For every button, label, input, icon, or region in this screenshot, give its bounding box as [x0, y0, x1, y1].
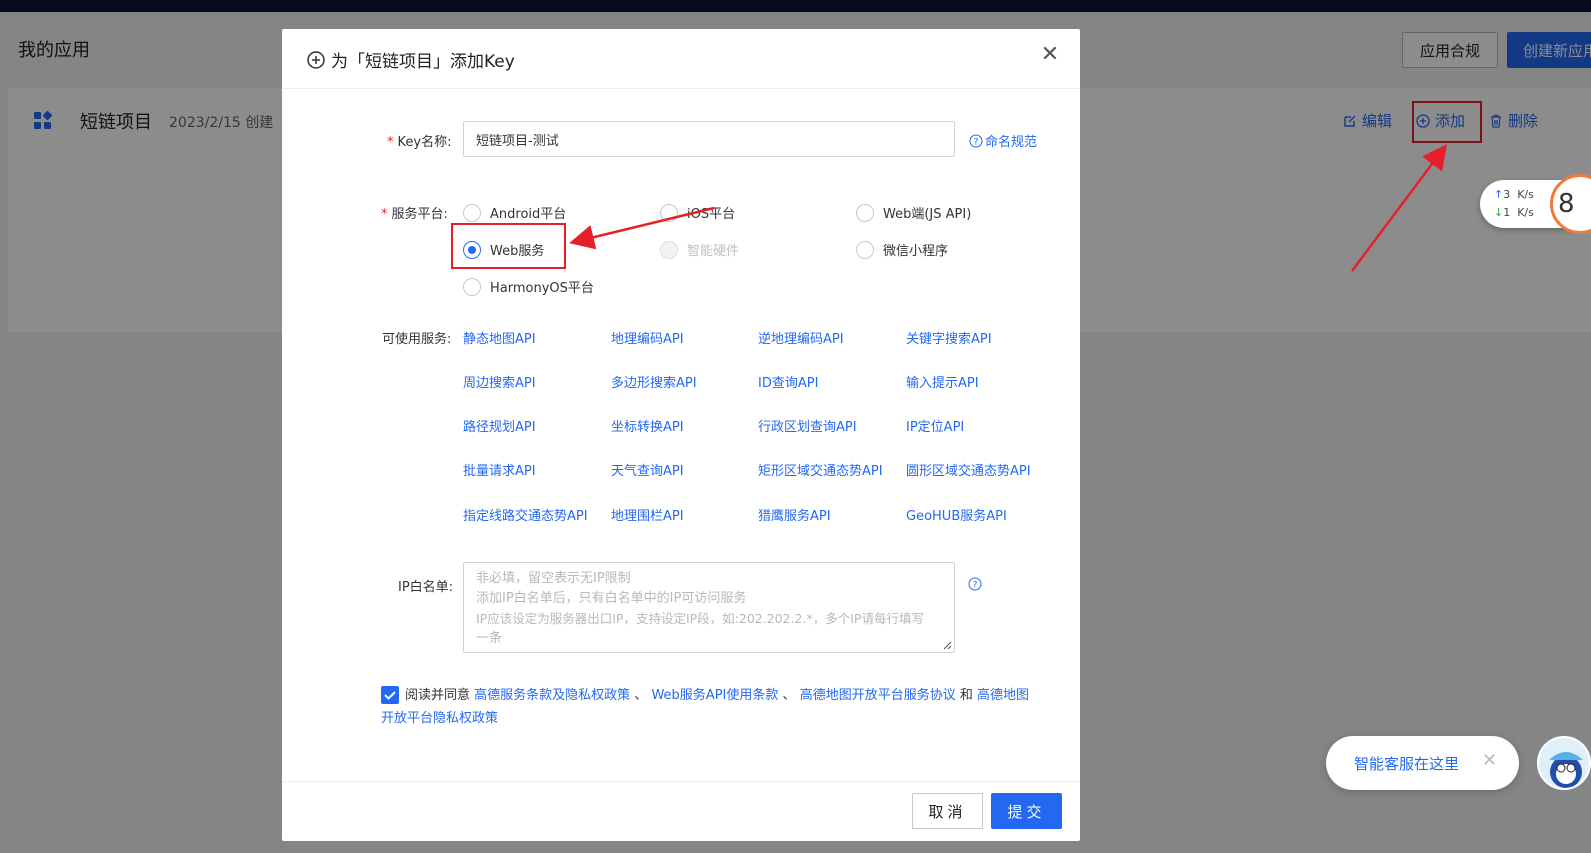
- platform-label: * 服务平台:: [381, 207, 448, 222]
- service-link[interactable]: 坐标转换API: [611, 416, 684, 435]
- key-name-input[interactable]: 短链项目-测试: [463, 121, 955, 157]
- service-link[interactable]: 行政区划查询API: [758, 416, 857, 435]
- service-link[interactable]: 周边搜索API: [463, 372, 536, 391]
- service-link[interactable]: 指定线路交通态势API: [463, 505, 588, 524]
- radio-ios[interactable]: iOS平台: [660, 203, 735, 222]
- service-link[interactable]: ID查询API: [758, 372, 818, 391]
- service-link[interactable]: IP定位API: [906, 416, 964, 435]
- help-icon: ?: [969, 134, 983, 147]
- services-label: 可使用服务:: [382, 332, 452, 347]
- radio-smart-hardware: 智能硬件: [660, 240, 739, 259]
- ip-whitelist-label: IP白名单:: [398, 580, 454, 595]
- service-link[interactable]: 地理围栏API: [611, 505, 684, 524]
- service-link[interactable]: 关键字搜索API: [906, 328, 992, 347]
- service-link[interactable]: 天气查询API: [611, 460, 684, 479]
- radio-web-js[interactable]: Web端(JS API): [856, 203, 971, 222]
- radio-dot: [660, 203, 678, 222]
- svg-text:?: ?: [973, 581, 978, 591]
- radio-harmonyos[interactable]: HarmonyOS平台: [463, 277, 594, 296]
- placeholder-line: 非必填，留空表示无IP限制: [476, 571, 631, 586]
- service-link[interactable]: 路径规划API: [463, 416, 536, 435]
- customer-service-avatar[interactable]: [1537, 736, 1591, 790]
- radio-dot: [856, 240, 874, 259]
- customer-service-text: 智能客服在这里: [1354, 755, 1460, 773]
- service-link[interactable]: 圆形区域交通态势API: [906, 460, 1031, 479]
- service-link[interactable]: 地理编码API: [611, 328, 684, 347]
- speed-badge[interactable]: 8: [1550, 174, 1591, 234]
- terms-privacy-link[interactable]: 高德服务条款及隐私权政策: [474, 688, 630, 703]
- add-key-modal: 为「短链项目」添加Key ✕ * Key名称: 短链项目-测试 ? 命名规范 * 服…: [282, 29, 1080, 841]
- svg-text:?: ?: [974, 137, 979, 147]
- service-link[interactable]: 多边形搜索API: [611, 372, 697, 391]
- agreement-prefix: 阅读并同意: [405, 688, 471, 703]
- modal-title: 为「短链项目」添加Key: [307, 47, 515, 72]
- service-link[interactable]: GeoHUB服务API: [906, 505, 1007, 524]
- service-link[interactable]: 逆地理编码API: [758, 328, 844, 347]
- upload-speed: ↑3 K/s: [1494, 188, 1534, 201]
- network-speed-widget: ↑3 K/s ↓1 K/s 8: [1480, 174, 1591, 234]
- radio-dot: [856, 203, 874, 222]
- resize-handle-icon[interactable]: [942, 640, 952, 650]
- radio-dot: [660, 240, 678, 259]
- close-icon[interactable]: ✕: [1482, 750, 1497, 771]
- close-icon[interactable]: ✕: [1040, 44, 1060, 66]
- service-link[interactable]: 静态地图API: [463, 328, 536, 347]
- service-link[interactable]: 输入提示API: [906, 372, 979, 391]
- customer-service-bubble[interactable]: 智能客服在这里 ✕: [1326, 736, 1519, 790]
- plus-circle-icon: [307, 50, 325, 69]
- arrow-up-icon: ↑: [1494, 188, 1504, 201]
- placeholder-line: IP应该设定为服务器出口IP，支持设定IP段，如:202.202.2.*，多个I…: [476, 611, 924, 626]
- ip-whitelist-textarea[interactable]: 非必填，留空表示无IP限制 添加IP白名单后，只有白名单中的IP可访问服务 IP…: [463, 562, 955, 653]
- agreement-text: 阅读并同意 高德服务条款及隐私权政策 、 Web服务API使用条款 、 高德地图…: [381, 688, 1030, 726]
- help-icon[interactable]: ?: [968, 577, 982, 591]
- radio-android[interactable]: Android平台: [463, 203, 566, 222]
- cancel-button[interactable]: 取消: [912, 793, 983, 829]
- radio-dot: [463, 277, 481, 296]
- submit-button[interactable]: 提交: [991, 793, 1062, 829]
- modal-header: 为「短链项目」添加Key ✕: [282, 29, 1080, 89]
- key-name-label: * Key名称:: [387, 135, 452, 150]
- service-link[interactable]: 矩形区域交通态势API: [758, 460, 883, 479]
- web-service-highlight-box: [451, 223, 566, 269]
- download-speed: ↓1 K/s: [1494, 206, 1534, 219]
- service-link[interactable]: 猎鹰服务API: [758, 505, 831, 524]
- naming-rule-link[interactable]: ? 命名规范: [969, 131, 1037, 150]
- web-api-terms-link[interactable]: Web服务API使用条款: [651, 688, 778, 703]
- placeholder-line: 一条: [476, 631, 503, 646]
- service-link[interactable]: 批量请求API: [463, 460, 536, 479]
- placeholder-line: 添加IP白名单后，只有白名单中的IP可访问服务: [476, 591, 747, 606]
- radio-wechat-miniprogram[interactable]: 微信小程序: [856, 240, 948, 259]
- open-platform-agreement-link[interactable]: 高德地图开放平台服务协议: [800, 688, 956, 703]
- modal-title-text: 为「短链项目」添加Key: [331, 52, 515, 72]
- radio-dot: [463, 203, 481, 222]
- arrow-down-icon: ↓: [1494, 206, 1504, 219]
